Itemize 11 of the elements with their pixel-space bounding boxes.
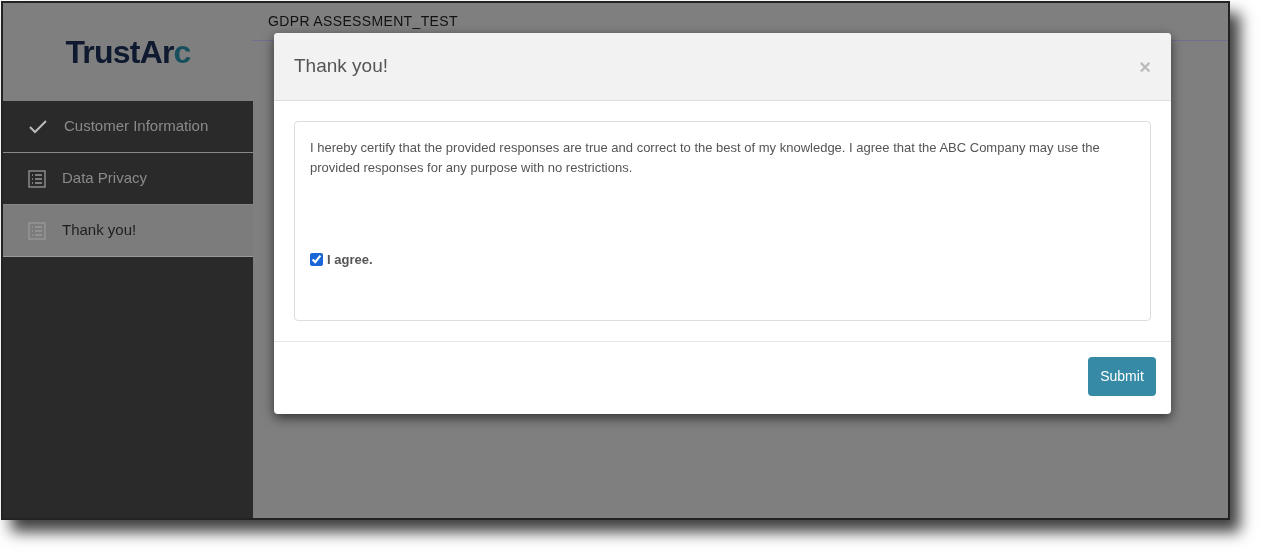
agree-label: I agree. [327, 251, 373, 269]
list-icon [28, 221, 46, 240]
submit-button[interactable]: Submit [1088, 357, 1156, 396]
check-icon [28, 118, 48, 135]
page-title: GDPR ASSESSMENT_TEST [268, 12, 458, 31]
certification-text: I hereby certify that the provided responses are true and correct to the best of my knowledge. I agree that the ABC Company may use the provided responses for any purpose with no restrictions. [310, 139, 1101, 177]
list-icon [28, 169, 46, 188]
sidebar-item[interactable]: Thank you! [3, 205, 253, 257]
agree-checkbox[interactable] [310, 253, 323, 267]
logo: TrustArc [65, 33, 191, 72]
dialog-title: Thank you! [294, 54, 388, 79]
